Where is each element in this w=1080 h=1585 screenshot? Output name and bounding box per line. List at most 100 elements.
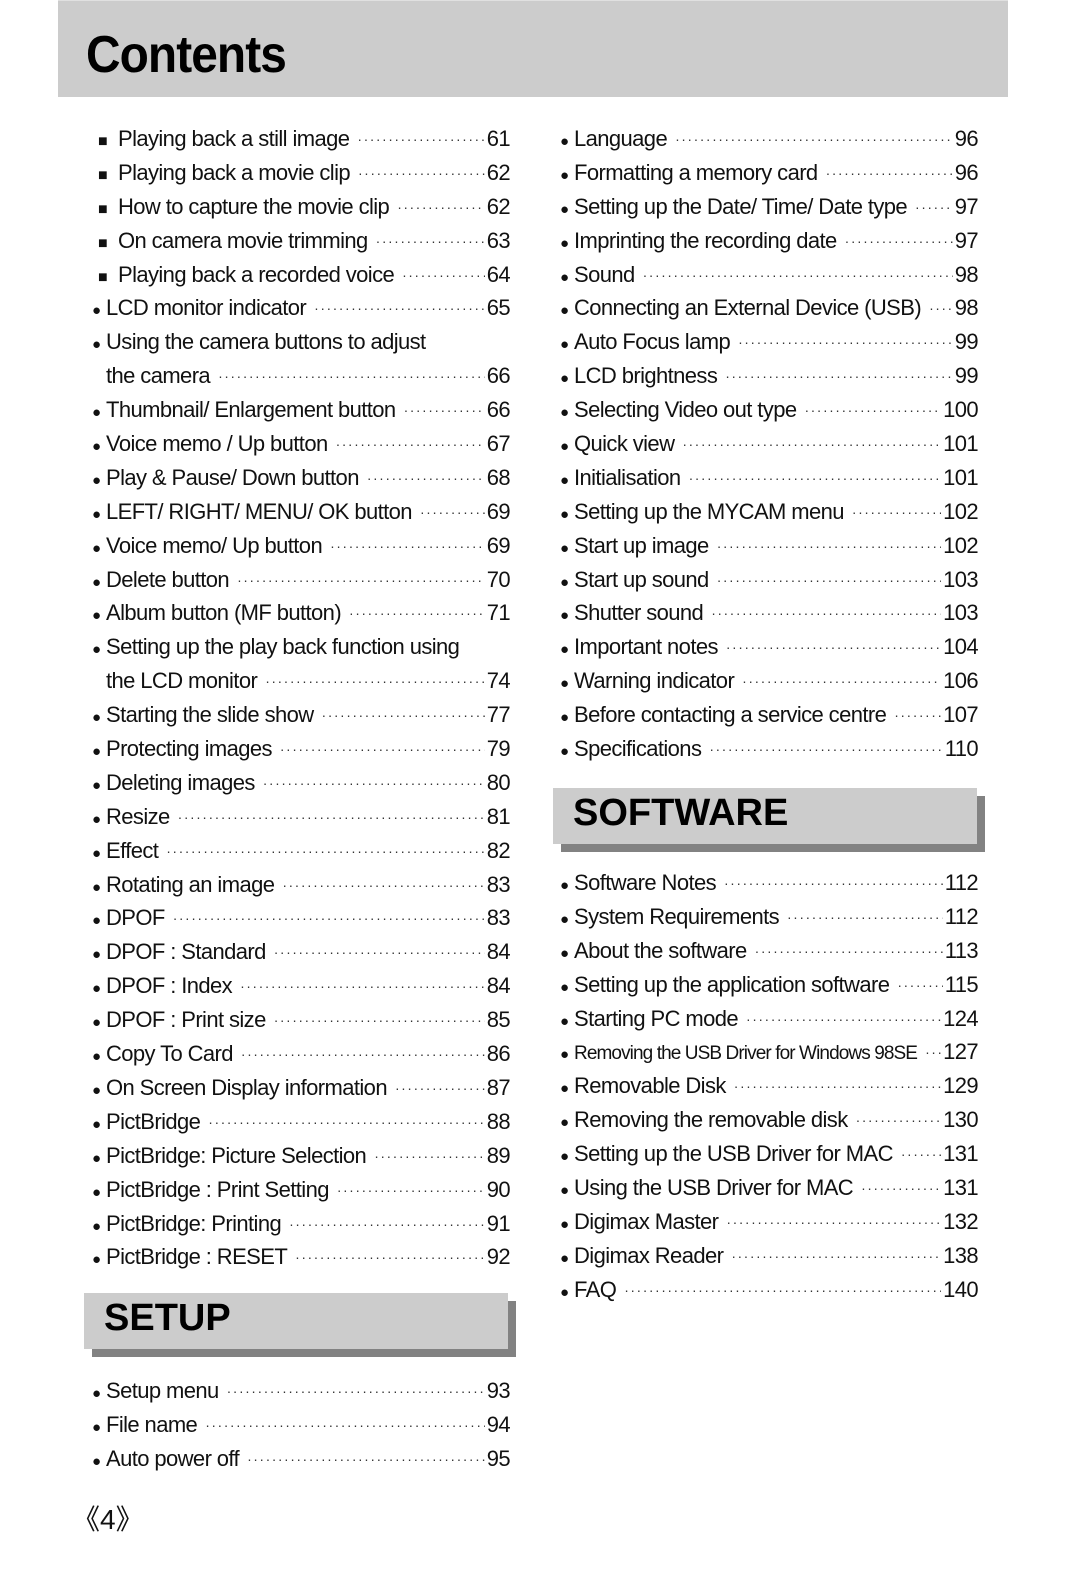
toc-entry[interactable]: ● PictBridge: Picture Selection 89 bbox=[92, 1139, 511, 1173]
toc-entry[interactable]: ● LCD brightness 99 bbox=[560, 359, 979, 393]
dot-leader bbox=[274, 936, 485, 970]
dot-leader bbox=[624, 1274, 941, 1308]
toc-entry[interactable]: ● DPOF : Print size 85 bbox=[92, 1003, 511, 1037]
toc-entry[interactable]: ● Setting up the play back function using bbox=[92, 630, 510, 664]
circle-bullet-icon: ● bbox=[92, 844, 101, 862]
toc-entry[interactable]: ● Removing the USB Driver for Windows 98S… bbox=[560, 1035, 979, 1069]
toc-entry-page: 61 bbox=[486, 126, 511, 151]
toc-entry[interactable]: ● DPOF : Standard 84 bbox=[92, 935, 511, 970]
toc-entry[interactable]: ● System Requirements 112 bbox=[560, 900, 979, 935]
toc-entry-label: Digimax Reader bbox=[574, 1242, 724, 1268]
toc-entry-page: 96 bbox=[954, 126, 979, 151]
toc-entry[interactable]: ● Auto power off 95 bbox=[92, 1442, 511, 1476]
toc-entry-label: Setting up the USB Driver for MAC bbox=[574, 1141, 893, 1167]
toc-entry[interactable]: ● Warning indicator 106 bbox=[560, 664, 979, 698]
toc-entry-label: Play & Pause/ Down button bbox=[106, 464, 359, 490]
dot-leader bbox=[929, 292, 953, 326]
toc-entry[interactable]: ● Protecting images 79 bbox=[92, 732, 511, 766]
toc-entry[interactable]: ● PictBridge: Printing 91 bbox=[92, 1207, 511, 1242]
toc-entry-label: Using the camera buttons to adjust bbox=[106, 329, 426, 355]
dot-leader bbox=[218, 360, 485, 394]
toc-entry[interactable]: ● Removable Disk 129 bbox=[560, 1069, 979, 1103]
circle-bullet-icon: ● bbox=[92, 912, 101, 930]
toc-entry[interactable]: ● DPOF : Index 84 bbox=[92, 969, 511, 1003]
circle-bullet-icon: ● bbox=[92, 709, 101, 727]
toc-entry[interactable]: ● Setup menu 93 bbox=[92, 1374, 511, 1408]
toc-entry-label: System Requirements bbox=[574, 903, 780, 929]
toc-entry[interactable]: ● Using the USB Driver for MAC 131 bbox=[560, 1171, 979, 1205]
toc-entry[interactable]: ● Digimax Reader 138 bbox=[560, 1239, 979, 1273]
toc-entry[interactable]: ● Specifications 110 bbox=[560, 732, 979, 766]
toc-entry[interactable]: ● Before contacting a service centre 107 bbox=[560, 698, 979, 732]
circle-bullet-icon: ● bbox=[560, 1046, 569, 1064]
toc-entry[interactable]: ■ Playing back a still image 61 bbox=[92, 122, 511, 157]
circle-bullet-icon: ● bbox=[92, 1048, 101, 1066]
toc-entry[interactable]: ● Album button (MF button) 71 bbox=[92, 596, 511, 630]
toc-entry[interactable]: ■ On camera movie trimming 63 bbox=[92, 224, 511, 258]
toc-entry[interactable]: ● Software Notes 112 bbox=[560, 866, 979, 900]
toc-entry[interactable]: ● Initialisation 101 bbox=[560, 461, 979, 495]
toc-entry[interactable]: ● On Screen Display information 87 bbox=[92, 1071, 511, 1105]
toc-entry[interactable]: ● Sound 98 bbox=[560, 258, 979, 292]
toc-entry[interactable]: ● Shutter sound 103 bbox=[560, 596, 979, 630]
toc-entry[interactable]: ● Setting up the Date/ Time/ Date type 97 bbox=[560, 190, 979, 224]
toc-entry-label: Setting up the MYCAM menu bbox=[574, 498, 845, 524]
toc-entry[interactable]: ● Auto Focus lamp 99 bbox=[560, 325, 979, 359]
toc-entry[interactable]: ● PictBridge : RESET 92 bbox=[92, 1240, 511, 1274]
circle-bullet-icon: ● bbox=[92, 471, 101, 489]
toc-entry[interactable]: ● Deleting images 80 bbox=[92, 766, 511, 800]
toc-entry[interactable]: ● LEFT/ RIGHT/ MENU/ OK button 69 bbox=[92, 495, 511, 529]
toc-entry[interactable]: ● Effect 82 bbox=[92, 834, 511, 868]
toc-entry[interactable]: ● Resize 81 bbox=[92, 800, 511, 834]
square-bullet-icon: ■ bbox=[98, 234, 108, 252]
toc-entry[interactable]: ● Setting up the application software 115 bbox=[560, 968, 979, 1002]
toc-entry-page: 68 bbox=[486, 464, 511, 490]
toc-entry[interactable]: ● Delete button 70 bbox=[92, 563, 511, 597]
toc-entry-page: 115 bbox=[944, 971, 979, 997]
toc-entry[interactable]: the LCD monitor 74 bbox=[92, 664, 511, 698]
toc-entry[interactable]: ● Voice memo / Up button 67 bbox=[92, 427, 511, 461]
toc-entry[interactable]: ● Thumbnail/ Enlargement button 66 bbox=[92, 393, 511, 427]
toc-entry[interactable]: ● Selecting Video out type 100 bbox=[560, 393, 979, 427]
toc-entry[interactable]: ● Play & Pause/ Down button 68 bbox=[92, 461, 511, 495]
dot-leader bbox=[289, 1208, 485, 1242]
dot-leader bbox=[173, 902, 485, 936]
toc-entry[interactable]: ● About the software 113 bbox=[560, 934, 979, 968]
toc-entry[interactable]: ● Important notes 104 bbox=[560, 630, 979, 664]
toc-entry[interactable]: ■ Playing back a movie clip 62 bbox=[92, 156, 511, 190]
toc-entry[interactable]: the camera 66 bbox=[92, 359, 511, 394]
toc-entry[interactable]: ■ How to capture the movie clip 62 bbox=[92, 190, 511, 224]
toc-entry[interactable]: ● Voice memo/ Up button 69 bbox=[92, 529, 511, 563]
toc-entry-label: Copy To Card bbox=[106, 1041, 234, 1067]
toc-entry[interactable]: ● PictBridge 88 bbox=[92, 1105, 511, 1139]
toc-entry-page: 85 bbox=[486, 1007, 511, 1033]
toc-entry-label: Auto Focus lamp bbox=[574, 329, 731, 355]
toc-entry[interactable]: ● LCD monitor indicator 65 bbox=[92, 291, 511, 325]
toc-entry[interactable]: ● Quick view 101 bbox=[560, 427, 979, 461]
toc-entry-page: 77 bbox=[486, 702, 511, 728]
toc-entry[interactable]: ● Language 96 bbox=[560, 122, 979, 156]
toc-entry[interactable]: ● Formatting a memory card 96 bbox=[560, 156, 979, 190]
toc-entry[interactable]: ● PictBridge : Print Setting 90 bbox=[92, 1173, 511, 1207]
toc-entry[interactable]: ■ Playing back a recorded voice 64 bbox=[92, 258, 511, 292]
toc-entry[interactable]: ● Starting the slide show 77 bbox=[92, 698, 511, 732]
toc-entry[interactable]: ● Digimax Master 132 bbox=[560, 1205, 979, 1239]
toc-entry[interactable]: ● Copy To Card 86 bbox=[92, 1037, 511, 1071]
toc-entry[interactable]: ● Starting PC mode 124 bbox=[560, 1002, 979, 1036]
toc-entry[interactable]: ● Start up image 102 bbox=[560, 529, 979, 563]
dot-leader bbox=[787, 901, 943, 935]
toc-entry[interactable]: ● Start up sound 103 bbox=[560, 563, 979, 597]
toc-entry[interactable]: ● Imprinting the recording date 97 bbox=[560, 224, 979, 258]
toc-entry[interactable]: ● Using the camera buttons to adjust bbox=[92, 325, 510, 359]
toc-entry[interactable]: ● Setting up the MYCAM menu 102 bbox=[560, 495, 979, 529]
toc-entry[interactable]: ● Setting up the USB Driver for MAC 131 bbox=[560, 1137, 979, 1171]
dot-leader bbox=[357, 123, 484, 157]
toc-entry[interactable]: ● File name 94 bbox=[92, 1408, 511, 1442]
toc-entry[interactable]: ● Removing the removable disk 130 bbox=[560, 1103, 979, 1137]
toc-entry[interactable]: ● Rotating an image 83 bbox=[92, 868, 511, 902]
toc-entry[interactable]: ● DPOF 83 bbox=[92, 901, 511, 936]
square-bullet-icon: ■ bbox=[98, 268, 108, 286]
page-title: Contents bbox=[86, 26, 287, 84]
toc-entry[interactable]: ● FAQ 140 bbox=[560, 1273, 979, 1308]
toc-entry[interactable]: ● Connecting an External Device (USB) 98 bbox=[560, 291, 979, 326]
